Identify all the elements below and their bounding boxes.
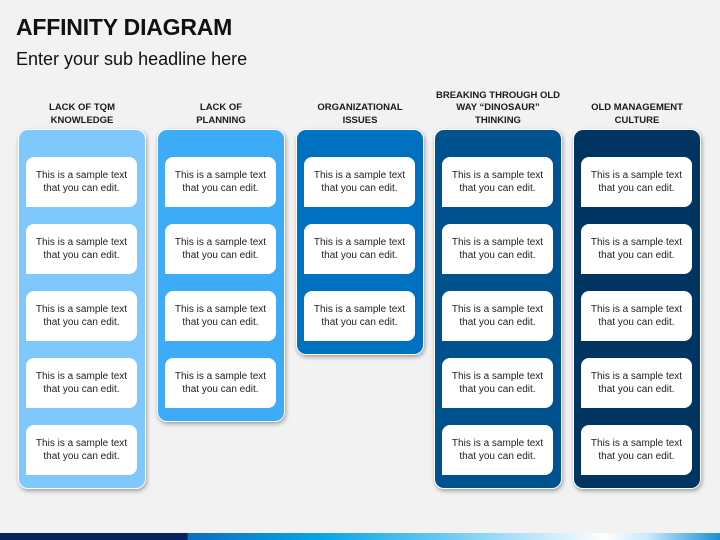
- idea-card-text: that you can edit.: [598, 317, 675, 328]
- idea-card-text: that you can edit.: [43, 250, 120, 261]
- idea-card[interactable]: This is a sample text that you can edit.: [304, 224, 415, 274]
- idea-card-text: that you can edit.: [43, 451, 120, 462]
- idea-card[interactable]: This is a sample text that you can edit.: [442, 425, 553, 475]
- idea-card-text: that you can edit.: [321, 317, 398, 328]
- idea-card[interactable]: This is a sample text that you can edit.: [442, 291, 553, 341]
- idea-card[interactable]: This is a sample text that you can edit.: [442, 358, 553, 408]
- column-heading-line: KNOWLEDGE: [50, 114, 114, 126]
- idea-card-text: that you can edit.: [598, 183, 675, 194]
- column-heading-line: CULTURE: [614, 114, 660, 126]
- idea-card[interactable]: This is a sample text that you can edit.: [26, 425, 137, 475]
- idea-card[interactable]: This is a sample text that you can edit.: [26, 157, 137, 207]
- idea-card-text: that you can edit.: [459, 317, 536, 328]
- idea-card-text: This is a sample text: [590, 438, 683, 449]
- idea-card-text: This is a sample text: [590, 170, 683, 181]
- idea-card[interactable]: This is a sample text that you can edit.: [581, 358, 692, 408]
- affinity-column: This is a sample text that you can edit. T…: [157, 129, 285, 422]
- column-heading-line: ISSUES: [342, 114, 378, 126]
- column-heading-line: THINKING: [475, 114, 521, 126]
- idea-card[interactable]: This is a sample text that you can edit.: [165, 224, 276, 274]
- affinity-column: This is a sample text that you can edit. T…: [434, 129, 562, 489]
- column-heading-line: LACK OF TQM: [49, 102, 115, 113]
- column-heading-line: OLD MANAGEMENT: [591, 102, 683, 113]
- idea-card[interactable]: This is a sample text that you can edit.: [581, 425, 692, 475]
- idea-card-text: that you can edit.: [182, 250, 259, 261]
- idea-card-text: that you can edit.: [43, 317, 120, 328]
- idea-card-text: that you can edit.: [598, 250, 675, 261]
- idea-card-text: This is a sample text: [35, 170, 128, 181]
- affinity-column: This is a sample text that you can edit. T…: [296, 129, 424, 355]
- idea-card-text: that you can edit.: [43, 384, 120, 395]
- idea-card-text: that you can edit.: [43, 183, 120, 194]
- idea-card-text: that you can edit.: [459, 384, 536, 395]
- idea-card-text: This is a sample text: [451, 304, 544, 315]
- idea-card-text: that you can edit.: [321, 183, 398, 194]
- idea-card-text: This is a sample text: [174, 170, 267, 181]
- idea-card-text: This is a sample text: [313, 304, 406, 315]
- idea-card-text: that you can edit.: [459, 250, 536, 261]
- idea-card-text: that you can edit.: [182, 183, 259, 194]
- column-heading-line: LACK OF: [199, 102, 243, 113]
- idea-card-text: This is a sample text: [174, 304, 267, 315]
- slide-title: AFFINITY DIAGRAM: [16, 14, 233, 40]
- column-heading-line: PLANNING: [196, 114, 246, 126]
- idea-card-text: This is a sample text: [174, 237, 267, 248]
- idea-card-text: This is a sample text: [35, 371, 128, 382]
- column-heading: OLD MANAGEMENT CULTURE: [567, 87, 707, 127]
- idea-card-text: This is a sample text: [451, 170, 544, 181]
- idea-card[interactable]: This is a sample text that you can edit.: [581, 157, 692, 207]
- idea-card-text: This is a sample text: [451, 371, 544, 382]
- idea-card[interactable]: This is a sample text that you can edit.: [165, 358, 276, 408]
- idea-card-text: that you can edit.: [182, 317, 259, 328]
- idea-card[interactable]: This is a sample text that you can edit.: [442, 224, 553, 274]
- idea-card-text: that you can edit.: [459, 183, 536, 194]
- idea-card-text: This is a sample text: [590, 237, 683, 248]
- idea-card[interactable]: This is a sample text that you can edit.: [442, 157, 553, 207]
- idea-card-text: This is a sample text: [590, 304, 683, 315]
- idea-card-text: This is a sample text: [174, 371, 267, 382]
- column-heading: LACK OF TQM KNOWLEDGE: [12, 87, 152, 127]
- idea-card[interactable]: This is a sample text that you can edit.: [304, 291, 415, 341]
- idea-card-text: that you can edit.: [459, 451, 536, 462]
- slide-subtitle: Enter your sub headline here: [16, 49, 248, 69]
- idea-card-text: This is a sample text: [590, 371, 683, 382]
- idea-card-text: This is a sample text: [313, 170, 406, 181]
- idea-card-text: that you can edit.: [321, 250, 398, 261]
- idea-card-text: that you can edit.: [598, 384, 675, 395]
- column-heading: BREAKING THROUGH OLD WAY “DINOSAUR” THINKI…: [428, 87, 568, 127]
- decorative-bottom-bar: [0, 533, 720, 540]
- column-heading-line: WAY “DINOSAUR”: [456, 102, 540, 113]
- affinity-column: This is a sample text that you can edit. T…: [573, 129, 701, 489]
- idea-card[interactable]: This is a sample text that you can edit.: [26, 358, 137, 408]
- idea-card[interactable]: This is a sample text that you can edit.: [26, 291, 137, 341]
- idea-card-text: This is a sample text: [35, 237, 128, 248]
- idea-card-text: This is a sample text: [313, 237, 406, 248]
- idea-card-text: This is a sample text: [35, 438, 128, 449]
- idea-card[interactable]: This is a sample text that you can edit.: [26, 224, 137, 274]
- column-heading-line: ORGANIZATIONAL: [317, 102, 403, 113]
- idea-card-text: This is a sample text: [451, 237, 544, 248]
- idea-card-text: This is a sample text: [35, 304, 128, 315]
- idea-card[interactable]: This is a sample text that you can edit.: [304, 157, 415, 207]
- idea-card-text: that you can edit.: [182, 384, 259, 395]
- column-heading: ORGANIZATIONAL ISSUES: [290, 87, 430, 127]
- idea-card-text: This is a sample text: [451, 438, 544, 449]
- idea-card[interactable]: This is a sample text that you can edit.: [165, 291, 276, 341]
- column-heading-line: BREAKING THROUGH OLD: [435, 89, 561, 101]
- idea-card[interactable]: This is a sample text that you can edit.: [581, 224, 692, 274]
- affinity-column: This is a sample text that you can edit. T…: [18, 129, 146, 489]
- idea-card[interactable]: This is a sample text that you can edit.: [581, 291, 692, 341]
- idea-card-text: that you can edit.: [598, 451, 675, 462]
- column-heading: LACK OF PLANNING: [151, 87, 291, 127]
- idea-card[interactable]: This is a sample text that you can edit.: [165, 157, 276, 207]
